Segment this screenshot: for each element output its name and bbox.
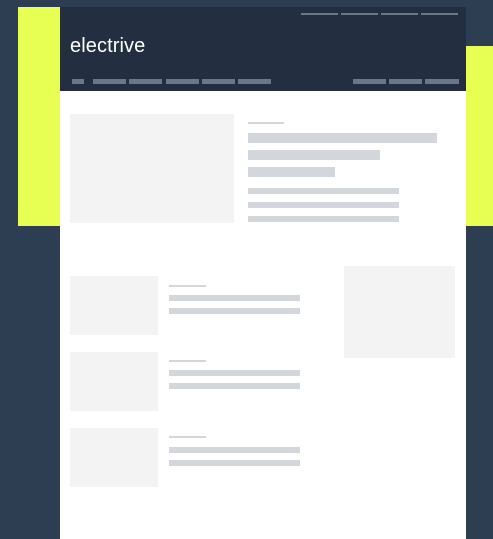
hero-excerpt-line [248,216,399,222]
article-title-line[interactable] [169,460,300,466]
hero-excerpt-line [248,188,399,194]
hero-title-line[interactable] [248,150,380,160]
hero-title-line[interactable] [248,133,437,143]
article-title-line[interactable] [169,308,300,314]
site-page: electrive [60,7,466,539]
hero-title-line[interactable] [248,167,335,177]
nav-item[interactable] [202,79,235,84]
site-header: electrive [60,7,466,91]
nav-item[interactable] [166,79,199,84]
site-logo[interactable]: electrive [70,35,145,58]
utility-link[interactable] [421,13,458,15]
utility-link[interactable] [381,13,418,15]
article-kicker [169,360,206,362]
hero-kicker [248,122,284,124]
utility-link[interactable] [341,13,378,15]
site-logo-text: electrive [70,35,146,57]
accent-block-right [466,46,493,226]
nav-secondary-item[interactable] [353,79,386,84]
article-title-line[interactable] [169,370,300,376]
article-kicker [169,436,206,438]
nav-item[interactable] [72,79,84,84]
nav-secondary-item[interactable] [389,79,422,84]
article-thumbnail[interactable] [70,428,158,487]
article-title-line[interactable] [169,295,300,301]
article-kicker [169,285,206,287]
article-thumbnail[interactable] [70,352,158,411]
nav-item[interactable] [238,79,271,84]
article-thumbnail[interactable] [70,276,158,335]
sidebar-ad-placeholder[interactable] [344,266,455,358]
hero-excerpt-line [248,202,399,208]
nav-item[interactable] [129,79,162,84]
utility-link[interactable] [301,13,338,15]
article-title-line[interactable] [169,447,300,453]
accent-block-left [18,7,60,226]
nav-secondary-item[interactable] [425,79,459,84]
article-title-line[interactable] [169,383,300,389]
nav-item[interactable] [93,79,126,84]
hero-image[interactable] [70,114,234,223]
